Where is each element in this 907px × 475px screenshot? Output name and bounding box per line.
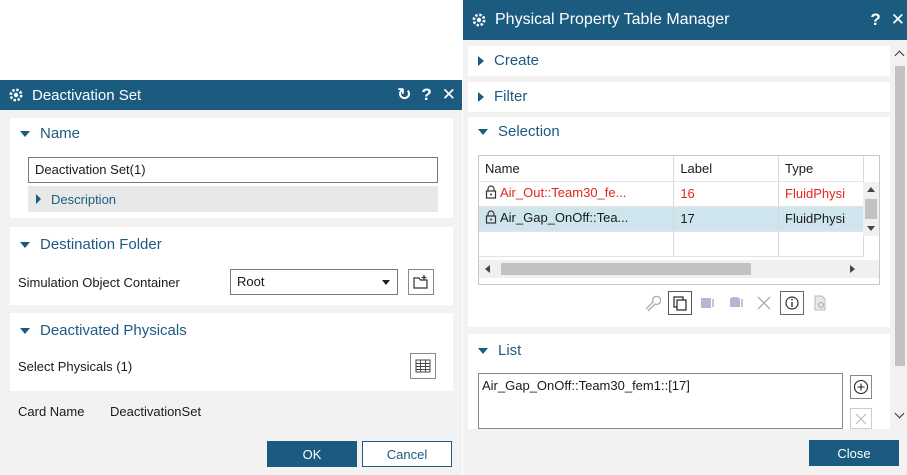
table-row[interactable]: Air_Out::Team30_fe... 16 FluidPhysi [479,181,864,207]
lock-icon [485,210,497,227]
delete-icon[interactable] [752,291,776,315]
card-name-label: Card Name [18,404,85,419]
selection-table: Name Label Type Air_Out::Team30_fe... 16… [478,155,880,285]
description-subsection[interactable]: Description [28,186,438,212]
new-folder-button[interactable] [408,269,434,295]
scroll-up-icon[interactable] [867,187,875,192]
column-header-name[interactable]: Name [479,156,675,182]
deactivation-titlebar[interactable]: Deactivation Set ↻ ? ✕ [0,80,462,110]
document-search-icon[interactable] [808,291,832,315]
row-label: 16 [673,181,780,207]
wrench-icon[interactable] [640,291,664,315]
lock-icon [485,185,497,202]
ppt-manager-dialog: Physical Property Table Manager ? ✕ Crea… [463,0,907,475]
close-icon[interactable]: ✕ [891,10,905,30]
list-section-header[interactable]: List [478,342,521,359]
container-select[interactable]: Root [230,269,398,295]
vertical-scrollbar[interactable] [863,182,879,236]
scroll-right-icon[interactable] [850,265,855,273]
scroll-down-icon[interactable] [867,226,875,231]
card-name-value: DeactivationSet [110,404,202,419]
chevron-down-icon [382,280,390,285]
close-icon[interactable]: ✕ [442,85,456,105]
ok-button[interactable]: OK [267,441,357,467]
collapse-icon [20,327,30,334]
dialog-title: Physical Property Table Manager [495,11,730,28]
merge-icon[interactable] [696,291,720,315]
table-icon [415,359,431,373]
reset-icon[interactable]: ↻ [397,85,411,105]
dialog-title: Deactivation Set [32,86,142,104]
close-button[interactable]: Close [809,440,899,466]
gear-icon [471,12,487,28]
collapse-icon [20,241,30,248]
scrollbar-thumb[interactable] [501,263,751,275]
physicals-section: Deactivated Physicals Select Physicals (… [10,313,453,391]
select-physicals-label: Select Physicals (1) [18,359,133,374]
destination-section-header[interactable]: Destination Folder [20,236,162,253]
filter-section[interactable]: Filter [468,82,890,112]
column-header-type[interactable]: Type [778,156,864,182]
gear-icon [8,87,24,103]
row-type: FluidPhysi [778,206,864,232]
container-label: Simulation Object Container [18,275,180,290]
remove-button[interactable] [850,408,872,429]
name-section: Name Deactivation Set(1) Description [10,118,453,218]
help-icon[interactable]: ? [421,85,431,105]
plus-circle-icon [853,379,869,395]
ppt-titlebar[interactable]: Physical Property Table Manager ? ✕ [463,0,907,40]
help-icon[interactable]: ? [870,10,880,30]
remove-icon [855,413,867,424]
filter-section-header[interactable]: Filter [478,88,527,105]
scroll-up-icon[interactable] [894,50,905,61]
table-row [479,231,864,257]
physicals-section-header[interactable]: Deactivated Physicals [20,322,187,339]
collapse-icon [478,347,488,354]
expand-icon [36,194,41,204]
row-label: 17 [673,206,780,232]
list-box[interactable]: Air_Gap_OnOff::Team30_fem1::[17] [478,373,843,429]
scroll-down-icon[interactable] [894,408,905,419]
create-section[interactable]: Create [468,46,890,76]
expand-icon [478,55,484,66]
add-button[interactable] [850,375,872,399]
scroll-left-icon[interactable] [485,265,490,273]
dialog-scrollbar[interactable] [893,44,907,430]
deactivation-set-dialog: Deactivation Set ↻ ? ✕ Name Deactivation… [0,80,462,475]
copy-icon[interactable] [668,291,692,315]
selection-section: Selection Name Label Type Air_Out::Team3… [468,117,890,327]
row-name: Air_Out::Team30_fe... [500,185,627,200]
collapse-icon [478,128,488,135]
collapse-icon [20,130,30,137]
list-section: List Air_Gap_OnOff::Team30_fem1::[17] [468,334,890,429]
expand-icon [478,91,484,102]
column-header-label[interactable]: Label [673,156,780,182]
scrollbar-thumb[interactable] [895,66,905,366]
row-name: Air_Gap_OnOff::Tea... [500,210,629,225]
create-section-header[interactable]: Create [478,52,539,69]
name-input[interactable]: Deactivation Set(1) [28,157,438,183]
selection-toolbar [640,289,885,317]
scrollbar-thumb[interactable] [865,199,877,219]
new-folder-icon [413,275,428,289]
database-icon[interactable] [724,291,748,315]
selection-section-header[interactable]: Selection [478,123,560,140]
cancel-button[interactable]: Cancel [362,441,452,467]
row-type: FluidPhysi [778,181,864,207]
destination-section: Destination Folder Simulation Object Con… [10,227,453,305]
info-icon[interactable] [780,291,804,315]
table-row[interactable]: Air_Gap_OnOff::Tea... 17 FluidPhysi [479,206,864,232]
name-section-header[interactable]: Name [20,125,80,142]
horizontal-scrollbar[interactable] [479,260,879,278]
table-select-button[interactable] [410,353,436,379]
